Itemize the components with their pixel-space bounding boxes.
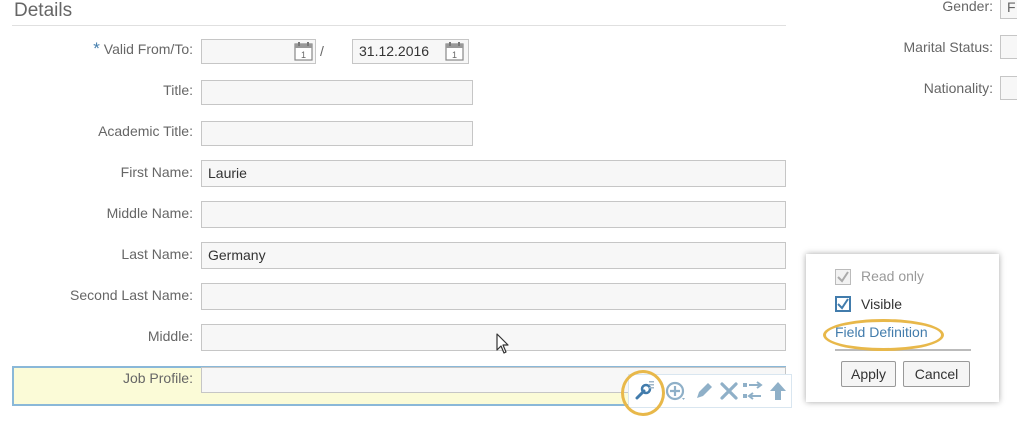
cancel-button[interactable]: Cancel	[903, 361, 970, 387]
valid-to-input[interactable]: 31.12.2016 1	[352, 39, 469, 64]
calendar-icon[interactable]: 1	[294, 42, 313, 61]
popup-divider	[835, 349, 971, 351]
edit-icon[interactable]	[693, 380, 715, 402]
calendar-icon[interactable]: 1	[445, 42, 464, 61]
up-arrow-icon[interactable]	[767, 380, 789, 402]
visible-checkbox[interactable]	[835, 296, 851, 312]
visible-label: Visible	[861, 296, 902, 312]
marital-status-label: Marital Status:	[903, 39, 993, 55]
read-only-checkbox[interactable]	[835, 269, 851, 285]
wrench-icon[interactable]	[633, 380, 655, 402]
first-name-input[interactable]: Laurie	[201, 160, 786, 187]
valid-to-value: 31.12.2016	[359, 43, 430, 59]
add-icon[interactable]	[665, 380, 687, 402]
valid-from-to-label-text: Valid From/To:	[103, 41, 193, 57]
last-name-input[interactable]: Germany	[201, 242, 786, 269]
gender-input[interactable]: F	[1000, 0, 1017, 19]
checkmark-icon	[837, 298, 849, 310]
section-title: Details	[14, 0, 73, 21]
field-toolbar	[628, 374, 792, 408]
field-definition-link[interactable]: Field Definition	[835, 324, 928, 340]
read-only-label: Read only	[861, 268, 925, 284]
valid-from-input[interactable]: 1	[201, 39, 316, 64]
first-name-label: First Name:	[120, 164, 193, 180]
academic-title-label: Academic Title:	[98, 123, 193, 139]
marital-status-input[interactable]	[1000, 35, 1017, 59]
second-last-name-input[interactable]	[201, 283, 786, 310]
last-name-label: Last Name:	[121, 246, 193, 262]
svg-text:1: 1	[301, 50, 306, 60]
field-settings-popup: Read only Visible Field Definition Apply…	[806, 254, 999, 402]
nationality-label: Nationality:	[923, 80, 993, 96]
job-profile-label: Job Profile:	[122, 370, 193, 386]
apply-button[interactable]: Apply	[841, 361, 896, 387]
middle-input[interactable]	[201, 324, 786, 351]
title-label: Title:	[163, 82, 193, 98]
middle-label: Middle:	[147, 328, 193, 344]
middle-name-input[interactable]	[201, 201, 786, 228]
delete-icon[interactable]	[718, 380, 740, 402]
second-last-name-label: Second Last Name:	[70, 287, 193, 303]
valid-from-to-label: * Valid From/To:	[13, 39, 193, 59]
section-divider	[12, 25, 786, 26]
checkmark-icon	[837, 271, 849, 283]
middle-name-label: Middle Name:	[106, 205, 193, 221]
title-input[interactable]	[201, 80, 473, 105]
move-icon[interactable]	[742, 380, 764, 402]
nationality-input[interactable]	[1000, 76, 1017, 100]
academic-title-input[interactable]	[201, 121, 473, 146]
required-mark: *	[93, 39, 100, 58]
date-separator: /	[320, 43, 324, 59]
svg-text:1: 1	[452, 50, 457, 60]
gender-label: Gender:	[942, 0, 993, 14]
mouse-cursor-icon	[496, 333, 509, 354]
